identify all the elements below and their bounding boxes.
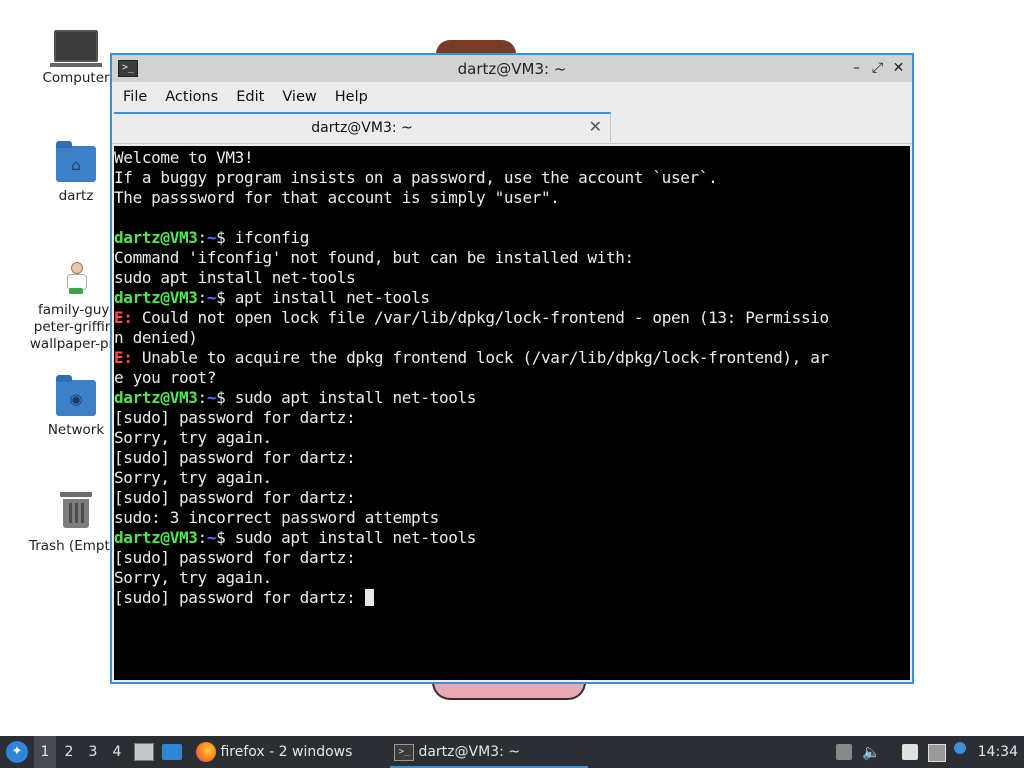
error-text: Unable to acquire the dpkg frontend lock… [132, 348, 829, 367]
volume-icon[interactable]: 🔈 [862, 736, 881, 768]
output-line: Sorry, try again. [114, 468, 272, 487]
clock[interactable]: 14:34 [978, 736, 1018, 768]
prompt-sep: : [197, 228, 208, 247]
prompt-sigil: $ [216, 388, 235, 407]
prompt-line: dartz@VM3:~$ apt install net-tools [114, 288, 910, 308]
error-text: Could not open lock file /var/lib/dpkg/l… [132, 308, 829, 327]
output-line: Sorry, try again. [114, 428, 272, 447]
tab-label: dartz@VM3: ~ [311, 120, 413, 136]
updates-icon[interactable] [836, 744, 852, 760]
prompt-path: ~ [206, 228, 217, 247]
menu-file[interactable]: File [114, 84, 156, 110]
workspace-3[interactable]: 3 [82, 736, 104, 768]
output-line: [sudo] password for dartz: [114, 408, 356, 427]
window-title: dartz@VM3: ~ [457, 60, 567, 78]
notification-icon[interactable] [954, 742, 966, 754]
command-text: apt install net-tools [234, 288, 430, 307]
window-titlebar[interactable]: >_ dartz@VM3: ~ – ⤢ ✕ [112, 55, 912, 82]
wallpaper-fragment-bottom [432, 682, 586, 700]
output-line: sudo apt install net-tools [114, 268, 356, 287]
command-text: sudo apt install net-tools [234, 388, 477, 407]
workspace-4[interactable]: 4 [106, 736, 128, 768]
prompt-line: dartz@VM3:~$ sudo apt install net-tools [114, 528, 910, 548]
prompt-path: ~ [206, 528, 217, 547]
terminal-output[interactable]: Welcome to VM3! If a buggy program insis… [114, 146, 910, 680]
prompt-line: dartz@VM3:~$ ifconfig [114, 228, 910, 248]
firefox-icon [196, 742, 216, 762]
command-text: ifconfig [234, 228, 310, 247]
clipboard-icon[interactable] [902, 744, 918, 760]
task-terminal[interactable]: >_ dartz@VM3: ~ [390, 736, 588, 768]
output-line: The passsword for that account is simply… [114, 188, 560, 207]
text-cursor [364, 589, 374, 606]
image-file-icon [64, 262, 88, 296]
trash-icon [60, 492, 92, 528]
workspace-1[interactable]: 1 [34, 736, 56, 768]
prompt-user: dartz@VM3 [114, 288, 198, 307]
menu-bar: File Actions Edit View Help [112, 82, 912, 112]
wallpaper-fragment-top [436, 40, 516, 54]
error-tag: E: [114, 308, 133, 327]
output-line: Welcome to VM3! [114, 148, 254, 167]
prompt-user: dartz@VM3 [114, 528, 198, 547]
tab-close-button[interactable]: ✕ [589, 117, 602, 136]
prompt-sigil: $ [216, 288, 235, 307]
output-line: e you root? [114, 368, 217, 387]
error-line: E: Unable to acquire the dpkg frontend l… [114, 348, 910, 368]
prompt-path: ~ [206, 288, 217, 307]
menu-edit[interactable]: Edit [227, 84, 273, 110]
output-line: If a buggy program insists on a password… [114, 168, 718, 187]
task-firefox[interactable]: firefox - 2 windows [192, 736, 356, 768]
menu-actions[interactable]: Actions [156, 84, 227, 110]
prompt-sigil: $ [216, 528, 235, 547]
task-label: dartz@VM3: ~ [418, 744, 520, 760]
prompt-sep: : [197, 288, 208, 307]
network-icon[interactable] [928, 744, 946, 762]
taskbar: ✦ 1 2 3 4 firefox - 2 windows >_ dartz@V… [0, 736, 1024, 768]
network-folder-icon: ◉ [56, 375, 96, 416]
prompt-path: ~ [206, 388, 217, 407]
close-button[interactable]: ✕ [889, 58, 908, 78]
file-manager-icon [134, 743, 154, 761]
output-text: [sudo] password for dartz: [114, 588, 365, 607]
task-label: firefox - 2 windows [220, 744, 353, 760]
home-folder-icon: ⌂ [56, 141, 96, 182]
tab-terminal[interactable]: dartz@VM3: ~ ✕ [114, 112, 611, 142]
output-line: [sudo] password for dartz: [114, 548, 356, 567]
prompt-sep: : [197, 528, 208, 547]
menu-help[interactable]: Help [326, 84, 377, 110]
output-line: Command 'ifconfig' not found, but can be… [114, 248, 634, 267]
workspace-2[interactable]: 2 [58, 736, 80, 768]
prompt-user: dartz@VM3 [114, 388, 198, 407]
command-text: sudo apt install net-tools [234, 528, 477, 547]
terminal-icon: >_ [394, 743, 414, 761]
maximize-button[interactable]: ⤢ [868, 58, 887, 78]
start-menu-button[interactable]: ✦ [4, 736, 30, 768]
prompt-sep: : [197, 388, 208, 407]
error-line: E: Could not open lock file /var/lib/dpk… [114, 308, 910, 328]
password-prompt-line[interactable]: [sudo] password for dartz: [114, 588, 910, 608]
output-line: [sudo] password for dartz: [114, 448, 356, 467]
output-line: Sorry, try again. [114, 568, 272, 587]
output-line: [sudo] password for dartz: [114, 488, 356, 507]
menu-view[interactable]: View [273, 84, 325, 110]
show-desktop-launcher[interactable] [162, 736, 182, 768]
prompt-line: dartz@VM3:~$ sudo apt install net-tools [114, 388, 910, 408]
prompt-user: dartz@VM3 [114, 228, 198, 247]
computer-icon [50, 30, 102, 67]
output-line: n denied) [114, 328, 198, 347]
prompt-sigil: $ [216, 228, 235, 247]
terminal-window[interactable]: >_ dartz@VM3: ~ – ⤢ ✕ File Actions Edit … [110, 53, 914, 684]
error-tag: E: [114, 348, 133, 367]
minimize-button[interactable]: – [847, 58, 866, 78]
tab-bar: dartz@VM3: ~ ✕ [112, 112, 912, 144]
desktop-icon [162, 744, 182, 760]
output-line: sudo: 3 incorrect password attempts [114, 508, 439, 527]
file-manager-launcher[interactable] [134, 736, 154, 768]
app-menu-icon: ✦ [6, 741, 28, 763]
